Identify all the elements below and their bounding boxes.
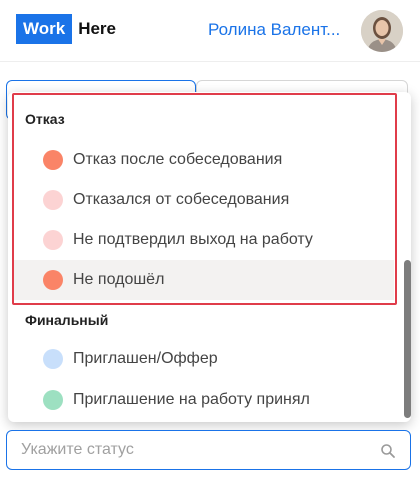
option-not-suitable[interactable]: Не подошёл — [14, 260, 394, 300]
logo-here-text: Here — [78, 19, 117, 38]
option-declined-interview[interactable]: Отказался от собеседования — [14, 180, 394, 220]
option-label: Отказ после собеседования — [73, 151, 283, 168]
option-label: Не подтвердил выход на работу — [73, 231, 313, 248]
logo-work-text: Work — [16, 14, 73, 44]
option-label: Не подошёл — [73, 271, 165, 288]
user-name-link[interactable]: Ролина Валент... — [208, 20, 350, 40]
group-title-refusal: Отказ — [25, 111, 65, 127]
header: Work Here Ролина Валент... — [0, 0, 420, 62]
status-dot-icon — [43, 390, 63, 410]
status-search-field[interactable] — [6, 430, 411, 470]
page: Work Here Ролина Валент... Отказ Отказ п… — [0, 0, 420, 482]
option-label: Приглашен/Оффер — [73, 350, 218, 367]
logo[interactable]: Work Here — [16, 14, 122, 44]
status-dot-icon — [43, 190, 63, 210]
option-label: Отказался от собеседования — [73, 191, 290, 208]
dropdown-scrollbar-thumb[interactable] — [404, 260, 411, 418]
search-icon[interactable] — [380, 443, 396, 459]
option-refusal-after-interview[interactable]: Отказ после собеседования — [14, 140, 394, 180]
group-title-final: Финальный — [25, 312, 109, 328]
option-label: Приглашение на работу принял — [73, 391, 310, 408]
avatar-photo-icon — [361, 10, 403, 52]
status-search-input[interactable] — [7, 441, 357, 459]
option-invited-offer[interactable]: Приглашен/Оффер — [14, 339, 394, 379]
status-dot-icon — [43, 230, 63, 250]
status-dot-icon — [43, 349, 63, 369]
avatar[interactable] — [361, 10, 403, 52]
option-did-not-confirm-start[interactable]: Не подтвердил выход на работу — [14, 220, 394, 260]
status-dot-icon — [43, 270, 63, 290]
status-dropdown: Отказ Отказ после собеседования Отказалс… — [8, 92, 411, 422]
status-dot-icon — [43, 150, 63, 170]
option-offer-accepted[interactable]: Приглашение на работу принял — [14, 380, 394, 420]
